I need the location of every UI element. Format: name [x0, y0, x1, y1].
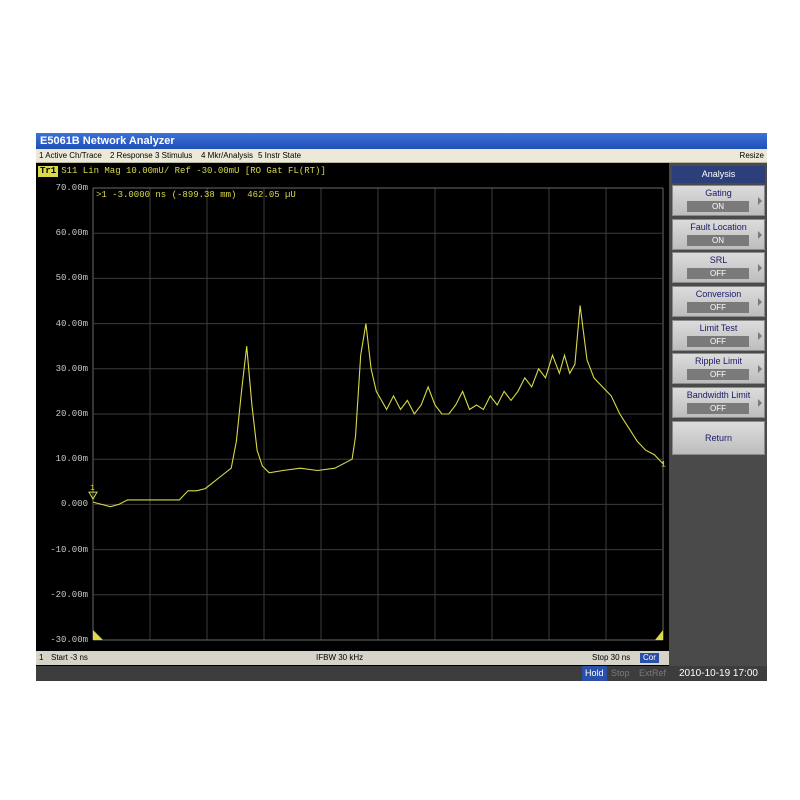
y-tick-label: -10.00m — [50, 544, 88, 555]
start-corner-triangle-icon — [93, 630, 103, 640]
correction-badge: Cor — [640, 653, 659, 663]
chevron-right-icon — [758, 298, 762, 306]
menu-stimulus[interactable]: 3 Stimulus — [155, 149, 192, 162]
trace-plot: 11 — [88, 187, 666, 641]
ripple-limit-softkey[interactable]: Ripple Limit OFF — [672, 353, 765, 384]
conversion-softkey[interactable]: Conversion OFF — [672, 286, 765, 317]
softkey-value: OFF — [687, 369, 749, 380]
softkey-value: ON — [687, 235, 749, 246]
softkey-value: OFF — [687, 403, 749, 414]
instrument-status-bar: Hold Stop ExtRef 2010-10-19 17:00 — [36, 666, 767, 681]
stop-corner-triangle-icon — [655, 630, 663, 640]
network-analyzer-window: E5061B Network Analyzer 1 Active Ch/Trac… — [36, 133, 767, 681]
hold-indicator: Hold — [582, 666, 607, 681]
trace-tag[interactable]: Tr1 — [38, 166, 59, 177]
window-title: E5061B Network Analyzer — [36, 133, 767, 149]
softkey-label: SRL — [709, 255, 728, 265]
start-value[interactable]: Start -3 ns — [51, 651, 88, 665]
menu-mkr-analysis[interactable]: 4 Mkr/Analysis — [201, 149, 253, 162]
softkey-value: OFF — [687, 268, 749, 279]
trace-header-text: S11 Lin Mag 10.00mU/ Ref -30.00mU [RO Ga… — [61, 166, 326, 176]
y-tick-label: 60.00m — [55, 228, 88, 239]
menu-bar: 1 Active Ch/Trace 2 Response 3 Stimulus … — [36, 149, 767, 163]
extref-indicator: ExtRef — [639, 668, 667, 678]
softkey-label: Limit Test — [699, 323, 738, 333]
y-tick-label: 70.00m — [55, 183, 88, 193]
return-button[interactable]: Return — [672, 421, 765, 455]
plot-grid — [92, 187, 664, 641]
softkey-value: OFF — [687, 336, 749, 347]
gating-softkey[interactable]: Gating ON — [672, 185, 765, 216]
chevron-right-icon — [758, 231, 762, 239]
y-tick-label: 0.000 — [60, 499, 88, 510]
softkey-label: Gating — [705, 188, 732, 198]
y-tick-label: 30.00m — [55, 363, 88, 374]
chevron-right-icon — [758, 197, 762, 205]
menu-response[interactable]: 2 Response — [110, 149, 153, 162]
chevron-right-icon — [758, 264, 762, 272]
softkey-label: Fault Location — [690, 222, 747, 232]
channel-number: 1 — [39, 653, 44, 662]
srl-softkey[interactable]: SRL OFF — [672, 252, 765, 283]
limit-test-softkey[interactable]: Limit Test OFF — [672, 320, 765, 351]
stop-value[interactable]: Stop 30 ns — [592, 651, 630, 665]
chevron-right-icon — [758, 399, 762, 407]
softkey-label: Bandwidth Limit — [686, 390, 751, 400]
y-tick-label: -20.00m — [50, 589, 88, 600]
resize-button[interactable]: Resize — [740, 149, 764, 162]
marker-readout: >1 -3.0000 ns (-899.38 mm) 462.05 µU — [96, 190, 296, 200]
y-tick-label: 10.00m — [55, 454, 88, 465]
ifbw-value[interactable]: IFBW 30 kHz — [316, 651, 363, 665]
menu-instr-state[interactable]: 5 Instr State — [258, 149, 301, 162]
channel-status-bar: 1 Start -3 ns IFBW 30 kHz Stop 30 ns Cor — [36, 651, 669, 665]
trace-header[interactable]: Tr1 S11 Lin Mag 10.00mU/ Ref -30.00mU [RO… — [38, 166, 326, 177]
y-tick-label: -30.00m — [50, 635, 88, 645]
stop-indicator: Stop — [611, 668, 630, 678]
marker-1-label: 1 — [90, 484, 95, 493]
fault-location-softkey[interactable]: Fault Location ON — [672, 219, 765, 250]
y-tick-label: 50.00m — [55, 273, 88, 284]
softkey-panel: Analysis Gating ON Fault Location ON SRL… — [670, 163, 767, 666]
menu-active-ch-trace[interactable]: 1 Active Ch/Trace — [39, 149, 102, 162]
softkey-label: Conversion — [695, 289, 742, 299]
softkey-value: OFF — [687, 302, 749, 313]
datetime: 2010-10-19 17:00 — [679, 668, 758, 679]
softkey-label: Ripple Limit — [694, 356, 743, 366]
y-tick-label: 40.00m — [55, 318, 88, 329]
y-tick-label: 20.00m — [55, 409, 88, 419]
softkey-panel-title: Analysis — [672, 166, 765, 183]
softkey-value: ON — [687, 201, 749, 212]
chevron-right-icon — [758, 365, 762, 373]
trace-plot-panel[interactable]: 11 Tr1 S11 Lin Mag 10.00mU/ Ref -30.00mU … — [36, 163, 669, 666]
bandwidth-limit-softkey[interactable]: Bandwidth Limit OFF — [672, 387, 765, 418]
trace-end-label: 1 — [661, 461, 666, 470]
chevron-right-icon — [758, 332, 762, 340]
